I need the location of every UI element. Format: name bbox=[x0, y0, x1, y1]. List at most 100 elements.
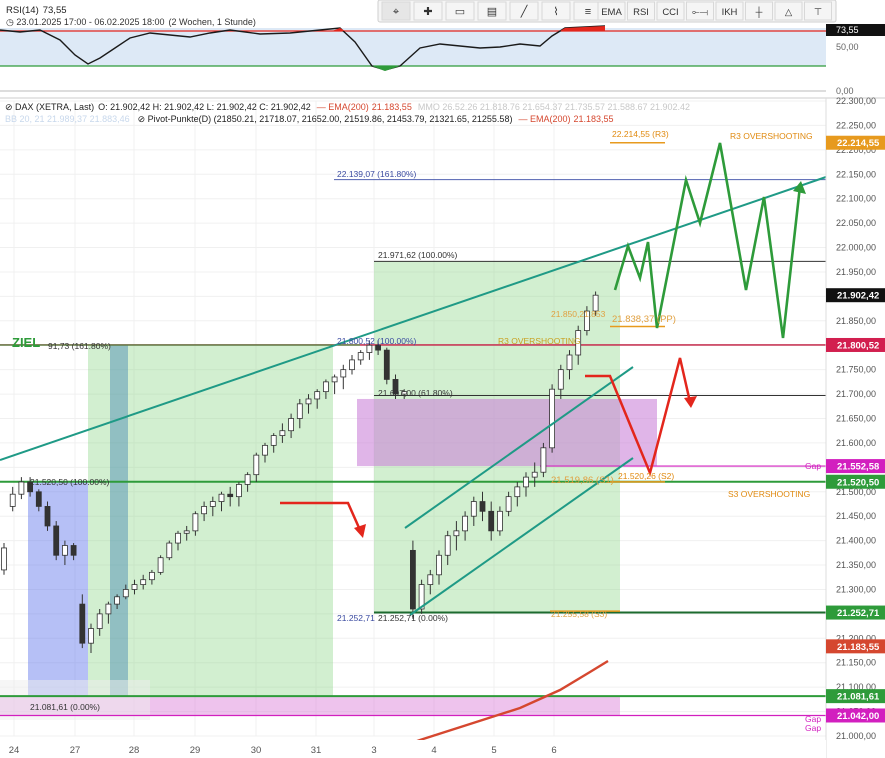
annotation-4: 21.850,21.853 bbox=[551, 309, 606, 319]
candle-body bbox=[270, 435, 277, 446]
rsi-tick-50: 50,00 bbox=[836, 42, 859, 52]
candle-body bbox=[366, 344, 373, 353]
toolbar-button-1[interactable]: RSI bbox=[627, 1, 655, 21]
y-tick-label: 21.000,00 bbox=[836, 731, 876, 741]
x-tick-label: 31 bbox=[311, 745, 322, 756]
candle-body bbox=[53, 525, 60, 556]
toolbar-button-label-5: ┼ bbox=[755, 6, 763, 18]
candle-body bbox=[488, 510, 495, 532]
pencil-icon[interactable]: ╱ bbox=[509, 1, 539, 21]
candle-body bbox=[105, 603, 112, 615]
toolbar-button-5[interactable]: ┼ bbox=[745, 1, 773, 21]
price-tag-4: 21.520,50 bbox=[837, 477, 879, 488]
x-tick-label: 5 bbox=[491, 745, 496, 756]
price-tag-5: 21.252,71 bbox=[837, 608, 880, 619]
candle-body bbox=[340, 369, 347, 378]
candle-body bbox=[44, 506, 51, 527]
annotation-2: 22.139,07 (161.80%) bbox=[337, 169, 417, 179]
candle-body bbox=[531, 471, 538, 478]
candle-body bbox=[436, 554, 442, 576]
toolbar-button-4[interactable]: IKH bbox=[715, 1, 744, 21]
candle-body bbox=[566, 354, 573, 371]
candle-body bbox=[349, 359, 355, 371]
candle bbox=[383, 347, 390, 385]
annotation-10: 21.697,00 (61.80%) bbox=[378, 388, 453, 398]
candle-body bbox=[470, 501, 477, 517]
toolbar-button-label-3: ⟜⟞ bbox=[692, 7, 709, 18]
y-tick-label: 22.150,00 bbox=[836, 169, 876, 179]
y-tick-label: 22.050,00 bbox=[836, 218, 876, 228]
candle-body bbox=[96, 613, 103, 629]
toolbar-button-label-6: △ bbox=[785, 7, 793, 18]
candle-body bbox=[296, 403, 303, 419]
candle-body bbox=[496, 510, 503, 532]
candle-body bbox=[157, 557, 164, 573]
annotation-18: 21.255,58 (S3) bbox=[551, 609, 607, 619]
annotation-1: R3 OVERSHOOTING bbox=[730, 131, 813, 141]
annotation-17: 21.252,71 (0.00%) bbox=[378, 613, 448, 623]
candle-body bbox=[322, 381, 329, 393]
brush-icon[interactable]: ⌇ bbox=[541, 1, 571, 21]
annotation-21: Gap bbox=[805, 723, 821, 733]
candle-body bbox=[479, 501, 486, 512]
rsi-period: ◷ 23.01.2025 17:00 - 06.02.2025 18:00 (2 … bbox=[6, 17, 256, 27]
candle-body bbox=[549, 388, 555, 449]
toolbar-button-2[interactable]: CCI bbox=[656, 1, 685, 21]
y-tick-label: 21.650,00 bbox=[836, 414, 876, 424]
candle-body bbox=[183, 530, 190, 534]
x-tick-label: 30 bbox=[251, 745, 262, 756]
candle-body bbox=[523, 476, 529, 488]
candle bbox=[409, 540, 416, 619]
cursor-icon[interactable]: ⌖ bbox=[381, 1, 411, 21]
fibonacci-icon[interactable]: ▤ bbox=[477, 1, 507, 21]
price-tag-0: 22.214,55 bbox=[837, 138, 880, 149]
candle-body bbox=[62, 545, 68, 556]
candle-body bbox=[244, 474, 251, 485]
candle-body bbox=[314, 391, 321, 400]
crosshair-icon[interactable]: ✚ bbox=[413, 1, 443, 21]
annotation-7: 91,73 (161.80%) bbox=[48, 341, 111, 351]
y-tick-label: 22.000,00 bbox=[836, 243, 876, 253]
annotation-19: 21.081,61 (0.00%) bbox=[30, 702, 100, 712]
toolbar-button-7[interactable]: ⊤ bbox=[804, 1, 832, 21]
price-panel: 22.214,55 (R3) R3 OVERSHOOTING 22.139,07 (… bbox=[0, 96, 885, 758]
candle-body bbox=[18, 481, 25, 495]
candle-body bbox=[557, 369, 564, 390]
x-tick-label: 24 bbox=[9, 745, 20, 756]
y-tick-label: 22.300,00 bbox=[836, 96, 876, 106]
candle-body bbox=[166, 542, 173, 559]
fibonacci-icon-glyph: ▤ bbox=[487, 6, 497, 18]
toolbar-button-label-7: ⊤ bbox=[814, 7, 822, 18]
rsi-value-tag: 73,55 bbox=[836, 25, 859, 35]
y-tick-label: 21.350,00 bbox=[836, 560, 876, 570]
brush-icon-glyph: ⌇ bbox=[553, 6, 558, 18]
candle-body bbox=[235, 484, 242, 498]
candle-body bbox=[383, 349, 390, 380]
time-axis-bg bbox=[0, 740, 826, 758]
candle-body bbox=[462, 515, 469, 532]
candle-body bbox=[1, 547, 7, 571]
candle-body bbox=[409, 549, 416, 610]
toolbar-button-label-4: IKH bbox=[722, 7, 738, 18]
toolbar-button-label-0: EMA bbox=[601, 7, 622, 18]
candle-body bbox=[262, 444, 268, 456]
toolbar-button-0[interactable]: EMA bbox=[597, 1, 626, 21]
time-axis: 24 27 28 29 30 31 3 4 5 6 bbox=[0, 740, 826, 758]
y-tick-label: 21.400,00 bbox=[836, 536, 876, 546]
y-tick-label: 21.750,00 bbox=[836, 365, 876, 375]
toolbar-button-3[interactable]: ⟜⟞ bbox=[686, 1, 714, 21]
dax-chart[interactable]: 73,55 50,00 0,00 RSI(14) 73,55 ◷ 23.01.20… bbox=[0, 0, 885, 758]
y-tick-label: 21.700,00 bbox=[836, 389, 876, 399]
annotation-12: 21.519,86 (S1) bbox=[551, 475, 614, 486]
candle-body bbox=[140, 579, 147, 585]
y-tick-label: 21.300,00 bbox=[836, 584, 876, 594]
annotation-3: 21.971,62 (100.00%) bbox=[378, 250, 458, 260]
candle-body bbox=[540, 447, 547, 473]
annotation-13: 21.520,26 (S2) bbox=[618, 471, 674, 481]
candle-body bbox=[227, 493, 234, 498]
candle bbox=[549, 384, 555, 453]
rsi-title: RSI(14) 73,55 bbox=[6, 5, 67, 16]
y-tick-label: 21.600,00 bbox=[836, 438, 876, 448]
toolbar-button-6[interactable]: △ bbox=[774, 1, 803, 21]
rectangle-icon[interactable]: ▭ bbox=[445, 1, 475, 21]
